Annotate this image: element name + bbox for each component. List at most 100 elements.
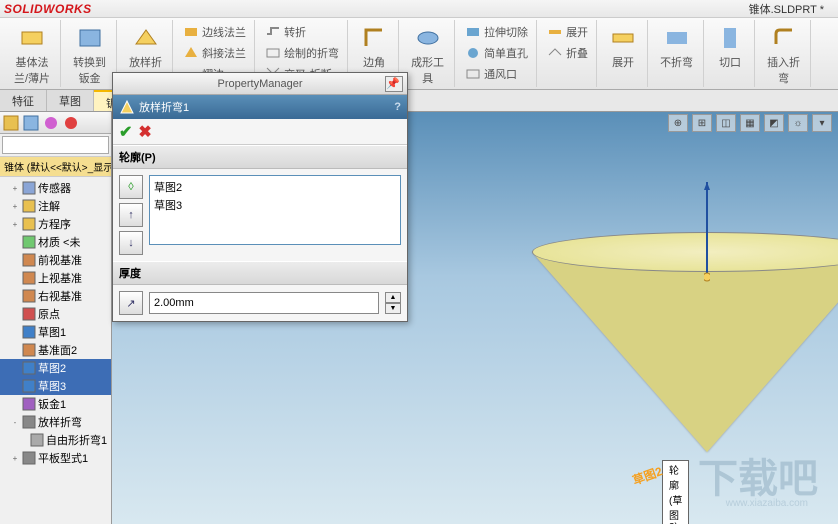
pm-move-down-button[interactable]: ↓	[119, 231, 143, 255]
flange-icon	[18, 24, 46, 52]
insbend-icon	[770, 24, 798, 52]
zoom-fit-icon[interactable]: ⊕	[668, 114, 688, 132]
flatten-icon	[609, 24, 637, 52]
tree-item-方程序[interactable]: +方程序	[0, 215, 111, 233]
vent-button[interactable]: 通风口	[461, 64, 532, 84]
property-tab-icon[interactable]	[22, 114, 40, 132]
pm-title-bar: PropertyManager 📌	[113, 73, 407, 95]
feature-tree-tab-icon[interactable]	[2, 114, 20, 132]
tree-item-右视基准[interactable]: 右视基准	[0, 287, 111, 305]
feature-tree: +传感器+注解+方程序材质 <未前视基准上视基准右视基准原点草图1基准面2草图2…	[0, 177, 111, 524]
view-orient-icon[interactable]: ◫	[716, 114, 736, 132]
display-style-icon[interactable]: ▦	[740, 114, 760, 132]
watermark: 下载吧	[698, 446, 818, 504]
axis-manipulator-icon[interactable]	[704, 182, 710, 282]
pm-cancel-button[interactable]: ✖	[138, 122, 151, 142]
extruded-cut-button[interactable]: 拉伸切除	[461, 22, 532, 42]
document-title: 锥体.SLDPRT *	[749, 1, 824, 17]
pm-list-item-草图2[interactable]: 草图2	[152, 178, 398, 196]
config-tab-icon[interactable]	[42, 114, 60, 132]
tree-item-原点[interactable]: 原点	[0, 305, 111, 323]
no-bend-button[interactable]: 不折弯	[654, 22, 699, 72]
tree-item-前视基准[interactable]: 前视基准	[0, 251, 111, 269]
convert-icon	[76, 24, 104, 52]
pm-move-up-button[interactable]: ↑	[119, 203, 143, 227]
property-manager-panel: PropertyManager 📌 放样折弯1 ? ✔ ✖ 轮廓(P) ◊ ↑ …	[112, 72, 408, 322]
pm-ok-button[interactable]: ✔	[119, 122, 132, 142]
jog-icon	[265, 24, 281, 40]
edge-icon	[183, 24, 199, 40]
tree-item-平板型式1[interactable]: +平板型式1	[0, 449, 111, 467]
pm-feature-name: 放样折弯1	[139, 99, 189, 115]
tree-item-草图2[interactable]: 草图2	[0, 359, 111, 377]
view-settings-icon[interactable]: ▾	[812, 114, 832, 132]
tree-item-注解[interactable]: +注解	[0, 197, 111, 215]
tab-特征[interactable]: 特征	[0, 90, 47, 111]
unfold-icon	[547, 24, 563, 40]
profile-callout-label[interactable]: 轮廓(草图3)	[662, 460, 689, 524]
tab-草图[interactable]: 草图	[47, 90, 94, 111]
model-root-node[interactable]: 锥体 (默认<<默认>_显示状态	[0, 157, 111, 177]
hole-icon	[465, 45, 481, 61]
miter-flange-button[interactable]: 斜接法兰	[179, 43, 250, 63]
tree-item-放样折弯[interactable]: -放样折弯	[0, 413, 111, 431]
pm-profile-icon[interactable]: ◊	[119, 175, 143, 199]
pm-profile-list[interactable]: 草图2草图3	[149, 175, 401, 245]
tree-item-草图1[interactable]: 草图1	[0, 323, 111, 341]
sketch2-label: 草图2	[630, 462, 665, 488]
corner-icon	[360, 24, 388, 52]
sketched-bend-button[interactable]: 绘制的折弯	[261, 43, 343, 63]
rip-icon	[716, 24, 744, 52]
base-flange-button[interactable]: 基体法 兰/薄片	[8, 22, 56, 88]
loft-icon	[132, 24, 160, 52]
pm-thickness-direction-button[interactable]: ↗	[119, 291, 143, 315]
miter-icon	[183, 45, 199, 61]
pm-profile-header[interactable]: 轮廓(P)	[113, 145, 407, 169]
panel-tab-strip	[0, 112, 111, 134]
feature-manager-panel: 锥体 (默认<<默认>_显示状态 +传感器+注解+方程序材质 <未前视基准上视基…	[0, 112, 112, 524]
simple-hole-button[interactable]: 简单直孔	[461, 43, 532, 63]
pm-thickness-header[interactable]: 厚度	[113, 261, 407, 285]
fold-button[interactable]: 折叠	[543, 43, 592, 63]
pm-pin-button[interactable]: 📌	[385, 76, 403, 92]
scene-icon[interactable]: ☼	[788, 114, 808, 132]
loft-bend-icon	[119, 99, 135, 115]
pm-thickness-input[interactable]	[149, 292, 379, 314]
tree-item-草图3[interactable]: 草图3	[0, 377, 111, 395]
title-bar: SOLIDWORKS 锥体.SLDPRT *	[0, 0, 838, 18]
forming-icon	[414, 24, 442, 52]
view-toolbar: ⊕ ⊞ ◫ ▦ ◩ ☼ ▾	[668, 114, 832, 132]
pm-feature-header: 放样折弯1 ?	[113, 95, 407, 119]
tree-item-自由形折弯1[interactable]: 自由形折弯1	[0, 431, 111, 449]
edge-flange-button[interactable]: 边线法兰	[179, 22, 250, 42]
sketchbend-icon	[265, 45, 281, 61]
watermark-url: www.xiazaiba.com	[726, 498, 808, 509]
app-logo: SOLIDWORKS	[4, 2, 92, 16]
forming-tool-button[interactable]: 成形工 具	[405, 22, 450, 88]
pm-help-button[interactable]: ?	[394, 101, 401, 113]
cut-icon	[465, 24, 481, 40]
tree-item-上视基准[interactable]: 上视基准	[0, 269, 111, 287]
display-tab-icon[interactable]	[62, 114, 80, 132]
insert-bend-button[interactable]: 插入折 弯	[761, 22, 806, 88]
tree-search-input[interactable]	[2, 136, 109, 154]
pm-thickness-up-button[interactable]: ▲	[385, 292, 401, 303]
nobend-icon	[663, 24, 691, 52]
tree-item-钣金1[interactable]: 钣金1	[0, 395, 111, 413]
corner-button[interactable]: 边角	[354, 22, 394, 72]
rip-button[interactable]: 切口	[710, 22, 750, 72]
jog-button[interactable]: 转折	[261, 22, 343, 42]
tree-item-材质 <未[interactable]: 材质 <未	[0, 233, 111, 251]
fold-icon	[547, 45, 563, 61]
section-view-icon[interactable]: ◩	[764, 114, 784, 132]
pm-thickness-down-button[interactable]: ▼	[385, 303, 401, 314]
tree-item-传感器[interactable]: +传感器	[0, 179, 111, 197]
flatten-button[interactable]: 展开	[603, 22, 643, 72]
pm-list-item-草图3[interactable]: 草图3	[152, 196, 398, 214]
tree-item-基准面2[interactable]: 基准面2	[0, 341, 111, 359]
vent-icon	[465, 66, 481, 82]
pm-title-text: PropertyManager	[218, 78, 303, 90]
convert-sheetmetal-button[interactable]: 转换到 钣金	[67, 22, 112, 88]
unfold-button[interactable]: 展开	[543, 22, 592, 42]
zoom-area-icon[interactable]: ⊞	[692, 114, 712, 132]
